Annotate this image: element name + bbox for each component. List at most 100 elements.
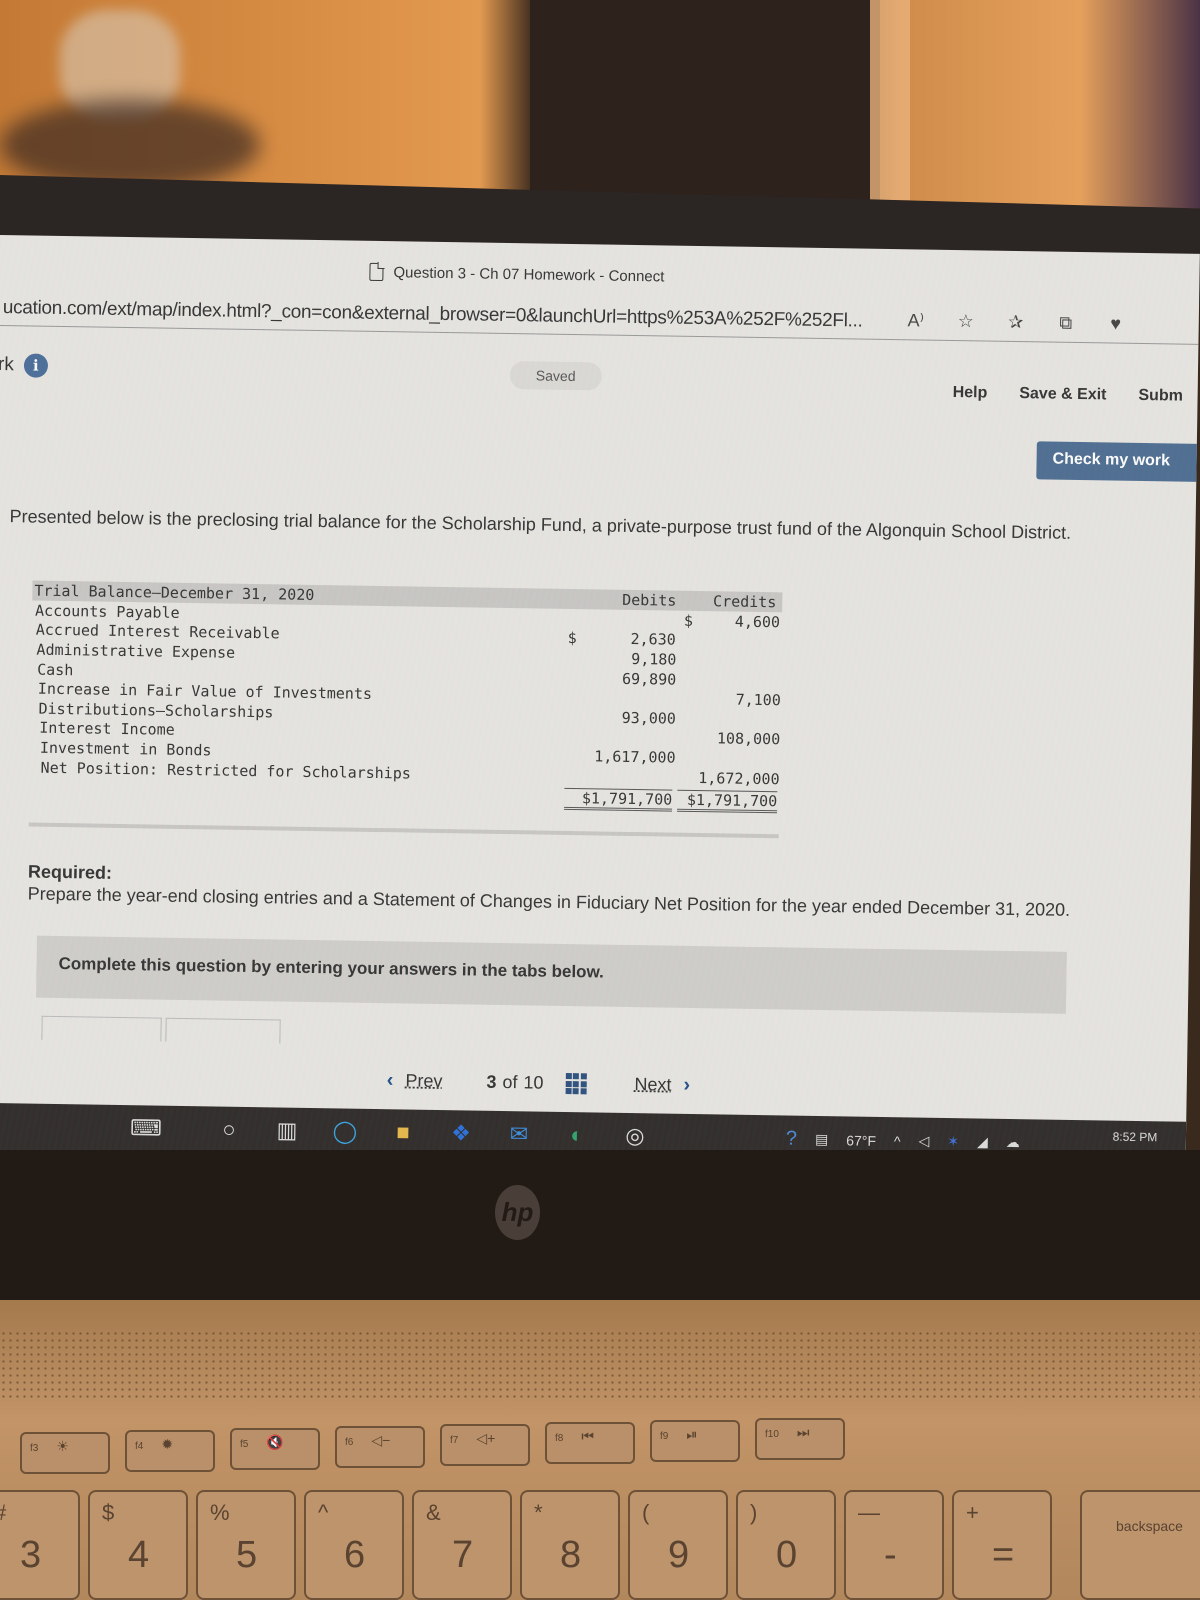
debit-amount — [586, 776, 675, 777]
debit-amount: 69,890 — [621, 669, 677, 689]
table-divider — [28, 822, 779, 839]
credits-header: Credits — [712, 592, 777, 612]
add-favorite-icon[interactable]: ☆ — [954, 311, 978, 332]
mail-icon[interactable]: ✉ — [504, 1119, 534, 1149]
bluetooth-icon[interactable]: ✶ — [947, 1133, 959, 1150]
key-label: f4 — [135, 1441, 144, 1452]
volume-icon[interactable]: ◁ — [918, 1133, 929, 1150]
submit-link[interactable]: Subm — [1138, 387, 1183, 406]
function-key-f7[interactable]: f7 ◁+ — [440, 1424, 530, 1466]
address-bar-actions: A⁾ ☆ ✰ ⧉ ♥ — [904, 310, 1128, 335]
key-label: f10 — [765, 1429, 779, 1440]
key-8[interactable]: * 8 — [520, 1490, 620, 1600]
key-shift-label: ^ — [318, 1500, 329, 1525]
file-explorer-icon[interactable]: ■ — [388, 1117, 418, 1147]
key-main-label: - — [884, 1534, 897, 1576]
key-shift-label: $ — [102, 1500, 115, 1525]
read-aloud-icon[interactable]: A⁾ — [904, 310, 928, 331]
widgets-icon[interactable]: ⌨ — [106, 1113, 186, 1144]
key-glyph-icon: ⏯ — [686, 1426, 698, 1442]
key-=[interactable]: + = — [952, 1490, 1052, 1600]
document-icon — [369, 262, 384, 282]
key-7[interactable]: & 7 — [412, 1490, 512, 1600]
address-bar[interactable]: ucation.com/ext/map/index.html?_con=con&… — [0, 289, 1199, 345]
key--[interactable]: — - — [844, 1490, 944, 1600]
credit-amount: 7,100 — [735, 690, 781, 710]
browser-tab[interactable]: Question 3 - Ch 07 Homework - Connect — [369, 262, 665, 286]
url-text[interactable]: ucation.com/ext/map/index.html?_con=con&… — [0, 296, 863, 332]
help-icon[interactable]: ? — [786, 1127, 797, 1150]
browser-essentials-icon[interactable]: ♥ — [1104, 313, 1128, 334]
key-9[interactable]: (9 — [628, 1490, 728, 1600]
function-key-f10[interactable]: f10 ⏭ — [755, 1418, 845, 1460]
laptop-screen: Question 3 - Ch 07 Homework - Connect uc… — [0, 235, 1200, 1174]
key-main-label: 6 — [344, 1534, 366, 1576]
chevron-right-icon[interactable]: › — [683, 1074, 690, 1097]
favorites-icon[interactable]: ✰ — [1004, 312, 1028, 333]
save-exit-link[interactable]: Save & Exit — [1019, 385, 1106, 404]
key-3[interactable]: #3 — [0, 1490, 80, 1600]
question-grid-icon[interactable] — [565, 1072, 587, 1095]
debits-header: Debits — [622, 590, 677, 610]
key-glyph-icon: ⏮ — [581, 1428, 594, 1444]
key-4[interactable]: $4 — [88, 1490, 188, 1600]
task-view-icon[interactable]: ▥ — [272, 1115, 302, 1145]
trial-balance-table: Trial Balance—December 31, 2020 Debits C… — [28, 580, 783, 839]
credit-amount — [694, 719, 781, 720]
required-section: Required: Prepare the year-end closing e… — [27, 861, 1118, 922]
tab-required-2[interactable] — [165, 1017, 281, 1044]
pager-of: of — [502, 1071, 518, 1093]
key-shift-label: ) — [750, 1500, 758, 1525]
dropbox-icon[interactable]: ❖ — [446, 1118, 476, 1148]
assignment-label: rk i — [0, 353, 48, 378]
credit-amount — [693, 758, 779, 759]
weather-icon[interactable]: ▤ — [815, 1131, 828, 1148]
tabs-message: Complete this question by entering your … — [58, 954, 605, 982]
search-icon[interactable]: ○ — [214, 1114, 244, 1144]
credit-amount: 1,672,000 — [698, 768, 780, 788]
debit-amount: 93,000 — [621, 708, 677, 728]
key-shift-label: + — [966, 1500, 979, 1525]
question-pager: ‹ Prev 3 of 10 Next › — [387, 1069, 691, 1097]
debit-amount: 2,630 — [630, 630, 676, 650]
function-key-f8[interactable]: f8 ⏮ — [545, 1422, 635, 1464]
function-key-f6[interactable]: f6 ◁− — [335, 1426, 425, 1468]
credit-amount — [694, 640, 781, 641]
credit-amount: 4,600 — [734, 612, 781, 632]
debit-symbol: $ — [567, 629, 577, 648]
function-key-f5[interactable]: f5 🔇 — [230, 1428, 320, 1470]
weather-temperature[interactable]: 67°F — [846, 1132, 876, 1148]
key-glyph-icon: 🔇 — [266, 1434, 284, 1450]
key-shift-label: # — [0, 1500, 6, 1526]
taskbar-apps: ⌨ ○ ▥ ◯ ■ ❖ ✉ ◐ ◎ — [106, 1113, 650, 1152]
backspace-key[interactable]: backspace — [1080, 1490, 1200, 1600]
credit-amount — [694, 660, 781, 661]
chevron-left-icon[interactable]: ‹ — [387, 1069, 394, 1092]
required-label: Required: — [27, 861, 113, 883]
function-key-f4[interactable]: f4 ✹ — [125, 1430, 215, 1472]
chevron-up-icon[interactable]: ^ — [894, 1133, 901, 1149]
next-button[interactable]: Next — [634, 1074, 671, 1096]
function-key-f9[interactable]: f9 ⏯ — [650, 1420, 740, 1462]
hp-logo: hp — [495, 1185, 540, 1240]
tab-required-1[interactable] — [41, 1015, 162, 1042]
key-label: f5 — [240, 1439, 249, 1450]
edge-icon[interactable]: ◐ — [562, 1120, 592, 1150]
cortana-icon[interactable]: ◯ — [330, 1116, 360, 1146]
debit-amount: 1,617,000 — [594, 747, 676, 767]
key-glyph-icon: ✹ — [161, 1436, 174, 1452]
info-icon[interactable]: i — [23, 353, 48, 378]
key-6[interactable]: ^ 6 — [304, 1490, 404, 1600]
key-main-label: 5 — [236, 1534, 258, 1576]
key-shift-label: & — [426, 1500, 441, 1525]
collections-icon[interactable]: ⧉ — [1054, 313, 1078, 334]
wifi-icon[interactable]: ◢ — [977, 1133, 988, 1150]
key-0[interactable]: ) 0 — [736, 1490, 836, 1600]
network-icon[interactable]: ☁ — [1006, 1134, 1020, 1151]
help-link[interactable]: Help — [952, 384, 988, 403]
check-my-work-button[interactable]: Check my work — [1036, 441, 1200, 482]
key-5[interactable]: % 5 — [196, 1490, 296, 1600]
app-icon[interactable]: ◎ — [620, 1121, 650, 1151]
prev-button[interactable]: Prev — [405, 1070, 442, 1092]
function-key-f3[interactable]: f3 ☀ — [20, 1432, 110, 1474]
